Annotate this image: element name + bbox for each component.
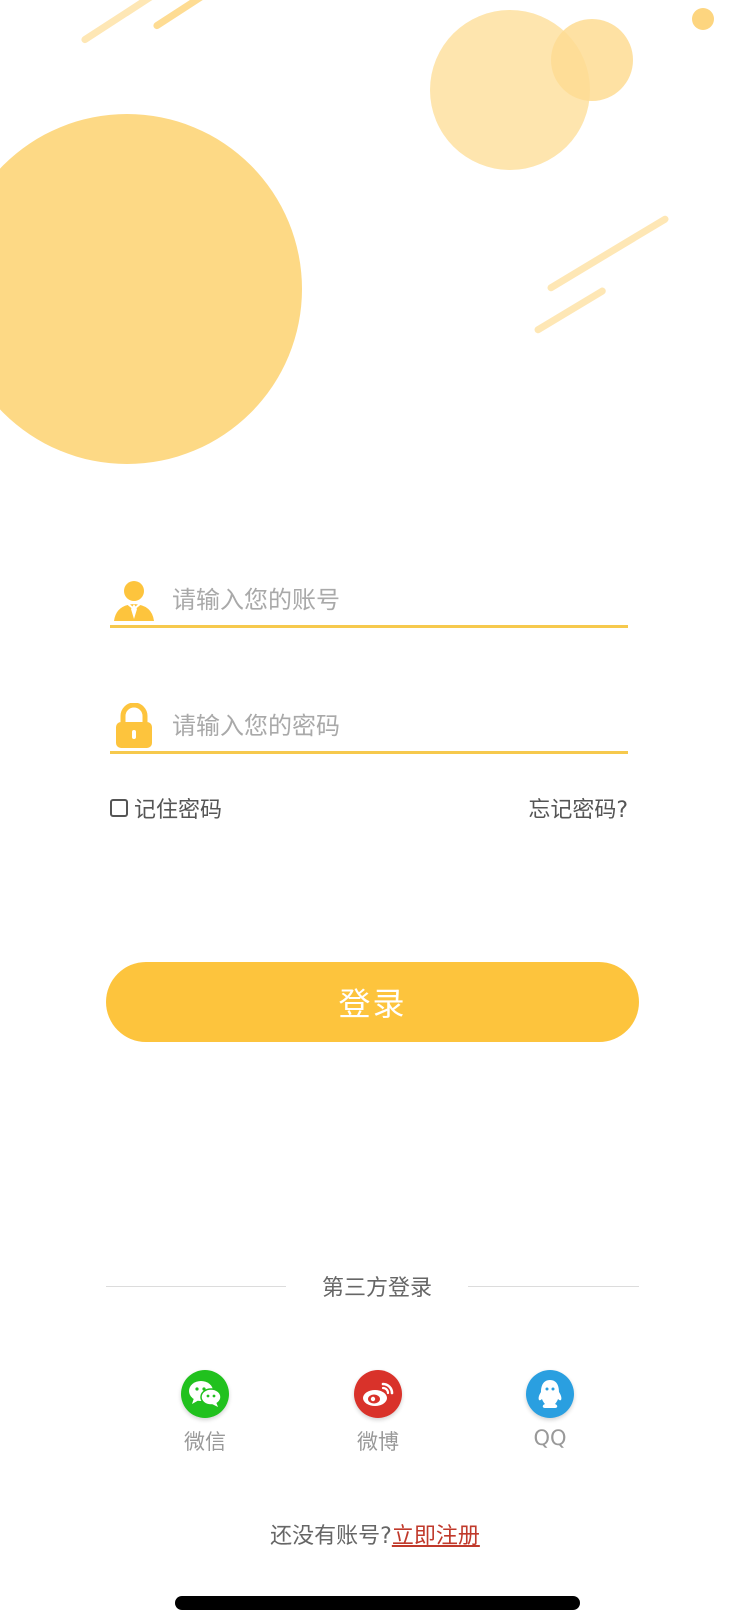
home-indicator [175,1596,580,1610]
divider-right [468,1286,639,1287]
remember-checkbox[interactable] [110,799,128,817]
wechat-icon [181,1370,229,1418]
username-field [110,574,628,628]
decorative-stroke [533,286,608,335]
decorative-stroke [152,0,207,31]
qq-icon [526,1370,574,1418]
third-party-title: 第三方登录 [321,1276,432,1301]
signup-row: 还没有账号?立即注册 [0,1518,750,1550]
weibo-label: 微博 [357,1430,399,1454]
remember-row: 记住密码 忘记密码? [110,790,628,826]
forgot-password-link[interactable]: 忘记密码? [528,792,628,824]
weibo-icon [354,1370,402,1418]
remember-label: 记住密码 [134,798,223,823]
user-icon [110,577,158,623]
decorative-stroke [80,0,158,45]
password-field [110,700,628,754]
qq-login-button[interactable]: QQ [500,1370,600,1450]
decorative-circle-medium [430,10,590,170]
decorative-dot [692,8,714,30]
login-button[interactable]: 登录 [106,962,639,1042]
decorative-stroke [546,214,670,293]
signup-link[interactable]: 立即注册 [392,1524,480,1549]
decorative-circle-small [551,19,633,101]
wechat-label: 微信 [184,1430,226,1454]
username-input[interactable] [172,585,628,614]
weibo-login-button[interactable]: 微博 [328,1370,428,1456]
lock-icon [110,702,158,749]
divider-left [106,1286,286,1287]
signup-prompt: 还没有账号? [270,1524,392,1549]
remember-password[interactable]: 记住密码 [110,792,222,824]
password-input[interactable] [172,711,628,740]
login-page: 记住密码 忘记密码? 登录 第三方登录 微信 [0,0,750,1624]
wechat-login-button[interactable]: 微信 [155,1370,255,1456]
decorative-circle-large [0,114,302,464]
qq-label: QQ [533,1426,567,1450]
